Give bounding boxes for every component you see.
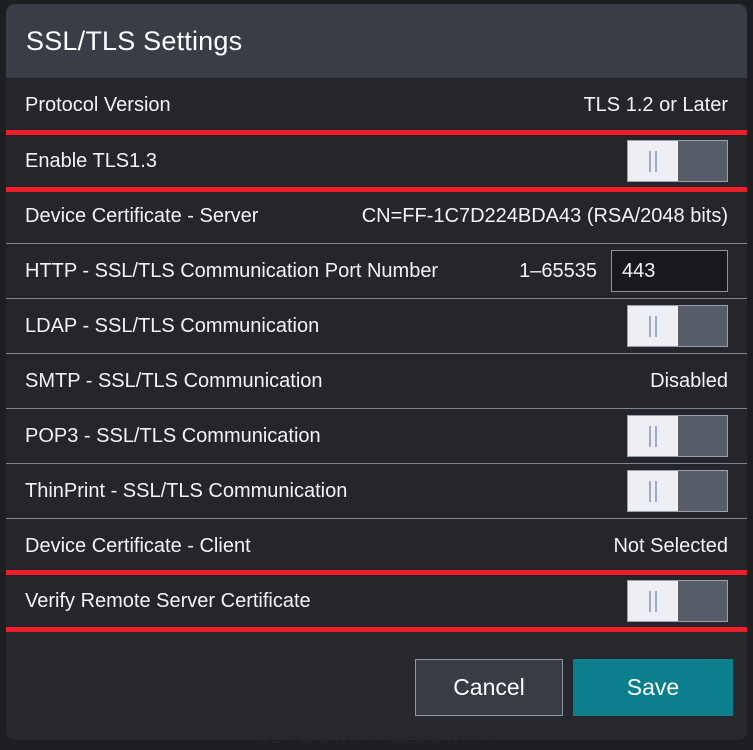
settings-row[interactable]: Enable TLS1.3 (6, 133, 747, 188)
toggle-grip-line-icon (655, 591, 657, 612)
toggle-grip-line-icon (649, 591, 651, 612)
dialog-titlebar: SSL/TLS Settings (6, 4, 747, 78)
settings-row-label: HTTP - SSL/TLS Communication Port Number (25, 260, 438, 283)
settings-row-control (627, 305, 728, 347)
port-range-hint: 1–65535 (519, 260, 597, 283)
settings-row-value: TLS 1.2 or Later (583, 94, 728, 117)
settings-row-value: CN=FF-1C7D224BDA43 (RSA/2048 bits) (362, 205, 728, 228)
settings-row[interactable]: Device Certificate - Client Not Selected (6, 518, 747, 573)
settings-row[interactable]: POP3 - SSL/TLS Communication (6, 408, 747, 463)
toggle-grip-line-icon (655, 426, 657, 447)
settings-row-label: Device Certificate - Client (25, 535, 251, 558)
settings-row-control: 1–65535 (519, 250, 728, 292)
settings-list: Protocol Version TLS 1.2 or Later Enable T… (6, 78, 747, 628)
page-title: SSL/TLS Settings (26, 26, 242, 57)
settings-row-label: Enable TLS1.3 (25, 150, 157, 173)
toggle-grip-line-icon (649, 426, 651, 447)
settings-row-control (627, 470, 728, 512)
settings-row-label: SMTP - SSL/TLS Communication (25, 370, 323, 393)
port-number-input[interactable] (611, 250, 728, 292)
settings-row-control (627, 580, 728, 622)
save-button[interactable]: Save (573, 659, 733, 716)
cancel-button[interactable]: Cancel (415, 659, 563, 716)
toggle-grip-line-icon (655, 151, 657, 172)
settings-row[interactable]: LDAP - SSL/TLS Communication (6, 298, 747, 353)
settings-row-label: POP3 - SSL/TLS Communication (25, 425, 321, 448)
settings-row-control: Not Selected (613, 535, 728, 558)
settings-row-label: LDAP - SSL/TLS Communication (25, 315, 319, 338)
settings-row[interactable]: SMTP - SSL/TLS Communication Disabled (6, 353, 747, 408)
toggle-grip-line-icon (649, 316, 651, 337)
toggle-grip-line-icon (655, 316, 657, 337)
settings-row[interactable]: ThinPrint - SSL/TLS Communication (6, 463, 747, 518)
settings-row-control (627, 140, 728, 182)
settings-row-label: ThinPrint - SSL/TLS Communication (25, 480, 347, 503)
settings-row-label: Verify Remote Server Certificate (25, 590, 311, 613)
toggle-switch[interactable] (627, 470, 728, 512)
settings-row[interactable]: HTTP - SSL/TLS Communication Port Number… (6, 243, 747, 298)
toggle-knob (628, 141, 678, 181)
toggle-switch[interactable] (627, 305, 728, 347)
toggle-switch[interactable] (627, 415, 728, 457)
toggle-knob (628, 471, 678, 511)
toggle-knob (628, 416, 678, 456)
toggle-grip-line-icon (655, 481, 657, 502)
settings-row-value: Disabled (650, 370, 728, 393)
settings-row-value: Not Selected (613, 535, 728, 558)
toggle-grip-line-icon (649, 481, 651, 502)
settings-row-label: Protocol Version (25, 94, 171, 117)
dialog-footer: Cancel Save (6, 635, 747, 740)
settings-row-control (627, 415, 728, 457)
toggle-knob (628, 581, 678, 621)
settings-row-label: Device Certificate - Server (25, 205, 258, 228)
toggle-knob (628, 306, 678, 346)
settings-row[interactable]: Device Certificate - Server CN=FF-1C7D224… (6, 188, 747, 243)
settings-row[interactable]: Verify Remote Server Certificate (6, 573, 747, 628)
settings-row-control: Disabled (650, 370, 728, 393)
toggle-switch[interactable] (627, 580, 728, 622)
toggle-switch[interactable] (627, 140, 728, 182)
settings-row-control: TLS 1.2 or Later (583, 94, 728, 117)
settings-row-control: CN=FF-1C7D224BDA43 (RSA/2048 bits) (362, 205, 728, 228)
ssl-tls-settings-dialog: SSL/TLS Settings Protocol Version TLS 1.2… (6, 4, 747, 740)
toggle-grip-line-icon (649, 151, 651, 172)
settings-row[interactable]: Protocol Version TLS 1.2 or Later (6, 78, 747, 133)
